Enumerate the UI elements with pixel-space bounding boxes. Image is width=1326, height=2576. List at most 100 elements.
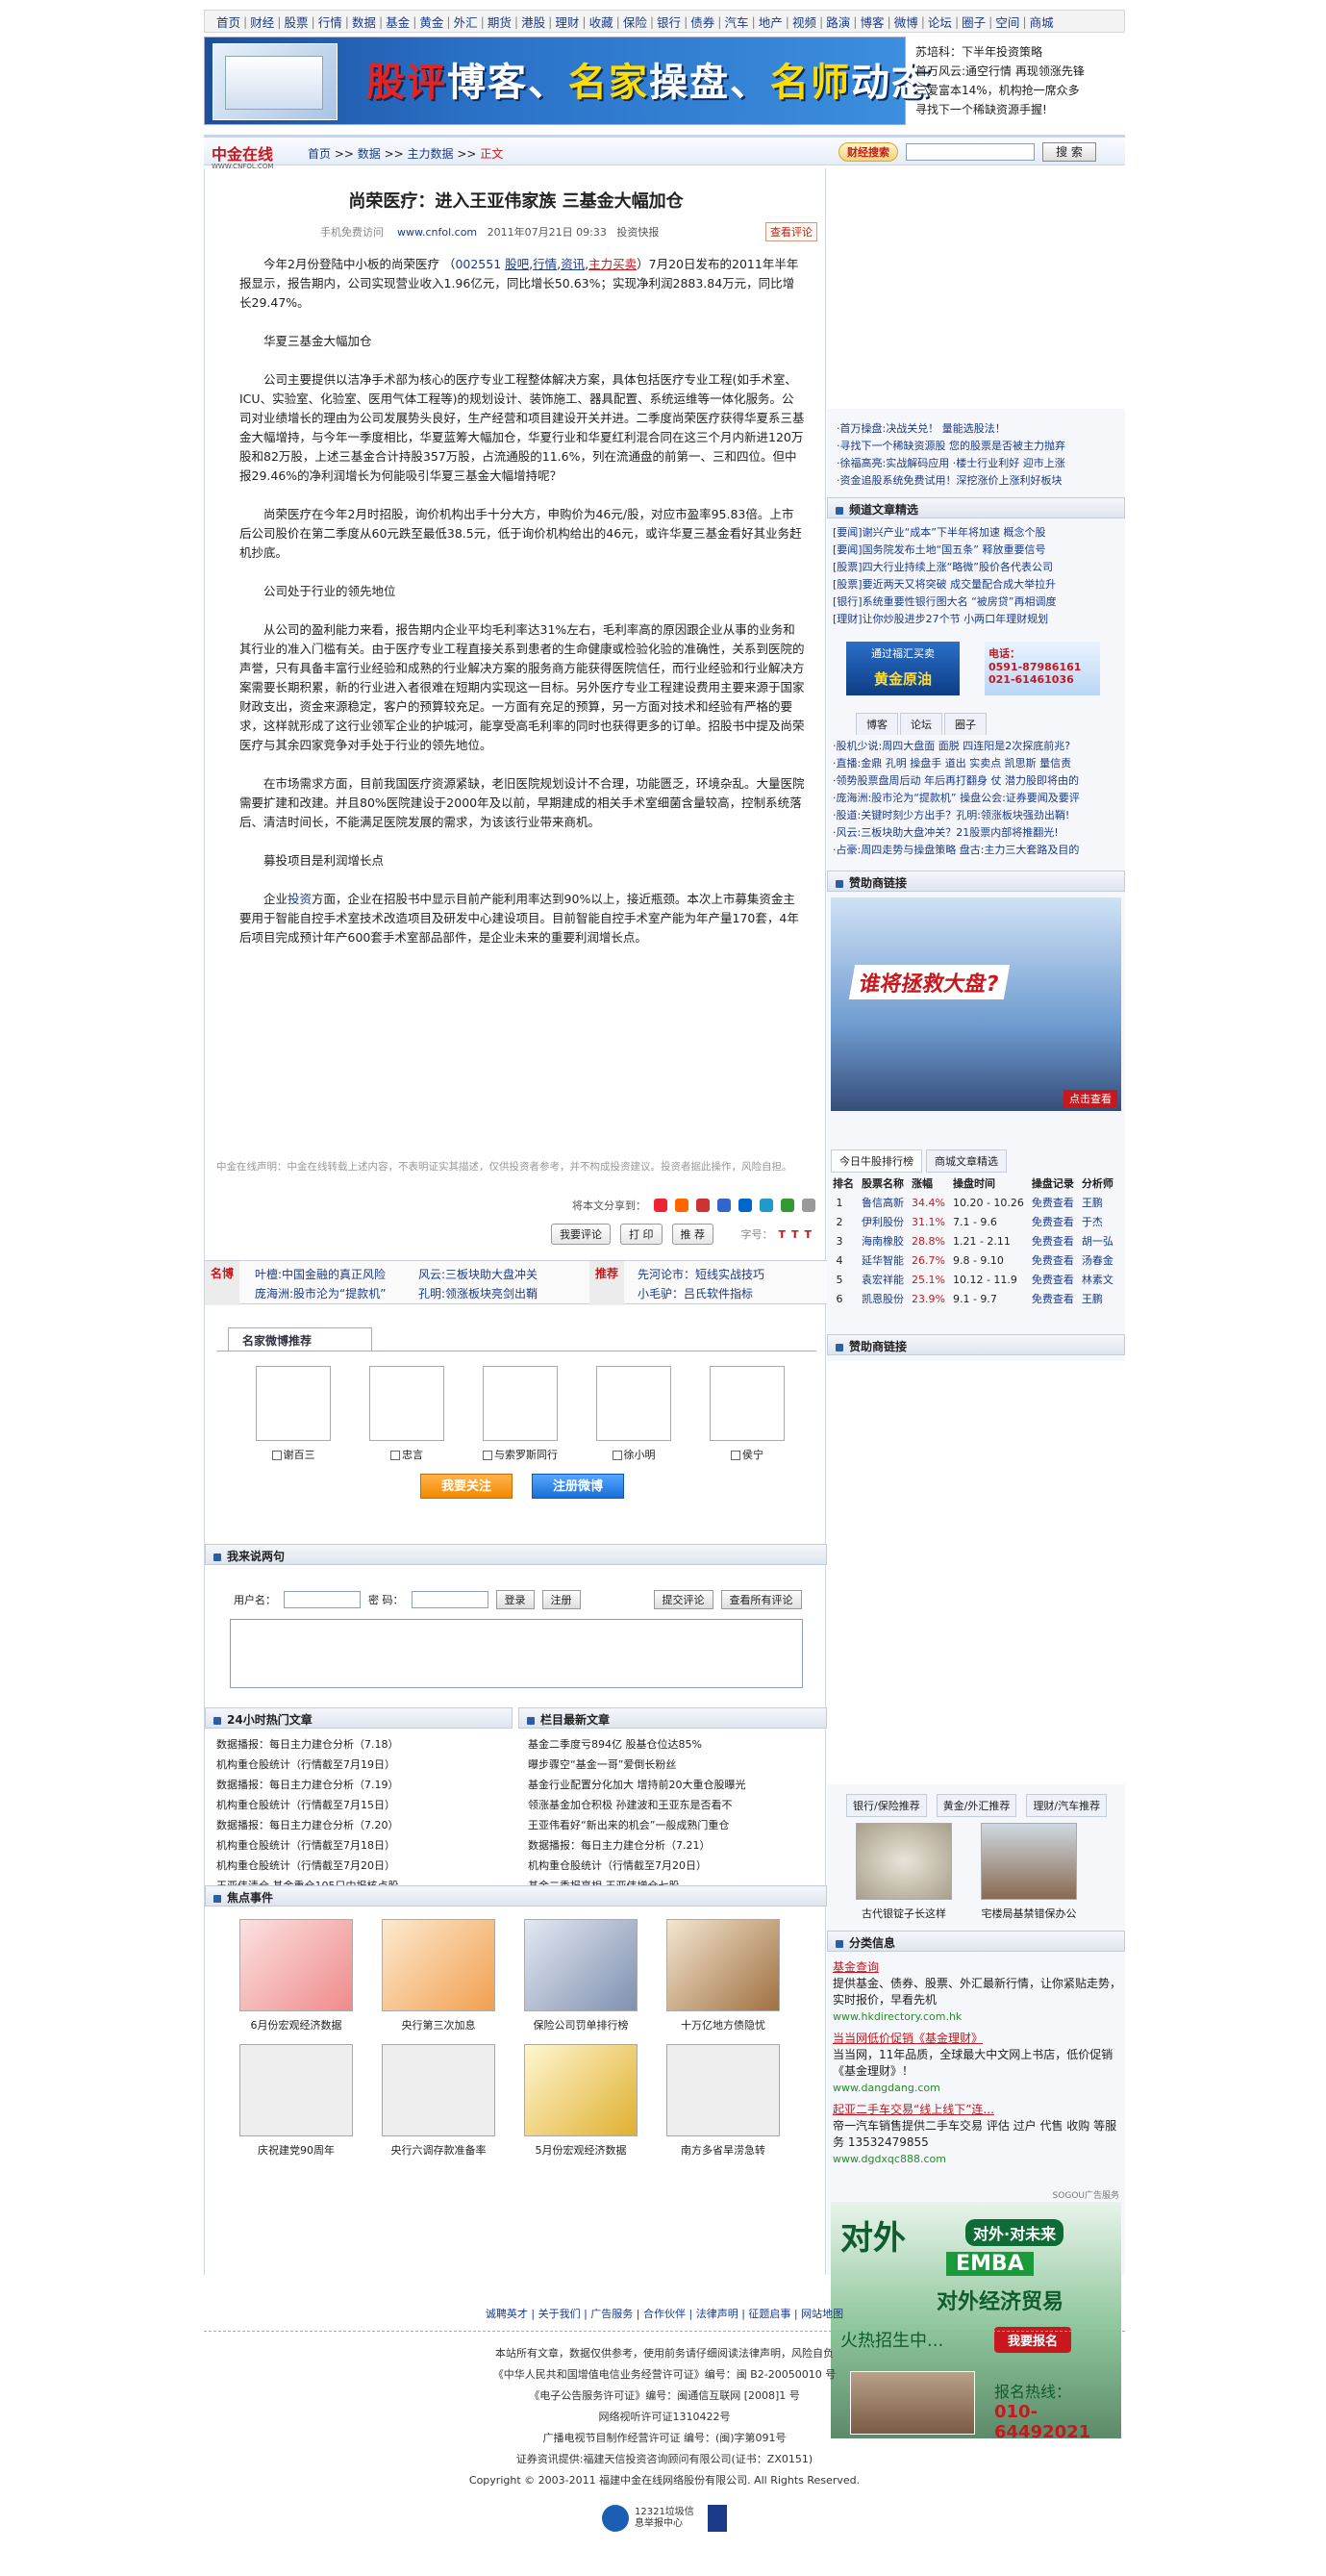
focus-image[interactable] <box>239 1919 353 2011</box>
famous-card[interactable]: 谢百三 <box>255 1366 332 1462</box>
famous-card[interactable]: 侯宁 <box>709 1366 786 1462</box>
nav-item[interactable]: 行情 <box>318 13 342 31</box>
footer-link[interactable]: 关于我们 <box>538 2308 581 2320</box>
focus-image[interactable] <box>666 1919 780 2011</box>
nav-item[interactable]: 博客 <box>860 13 884 31</box>
blog-link[interactable]: ·风云:三板块助大盘冲关？21股票内部将推翻光! <box>833 824 1121 842</box>
side-pick-link[interactable]: [要闻]谢兴产业“成本”下半年将加速 概念个股 <box>833 524 1121 542</box>
stock-link-quote[interactable]: 行情 <box>533 257 557 271</box>
nav-item[interactable]: 黄金 <box>419 13 443 31</box>
list-item[interactable]: 数据播报：每日主力建仓分析（7.21） <box>528 1835 816 1856</box>
more-share-icon[interactable] <box>802 1199 815 1212</box>
crumb-data[interactable]: 数据 <box>358 147 381 161</box>
side-pick-link[interactable]: [股票]四大行业持续上涨“略微”股价各代表公司 <box>833 559 1121 576</box>
banner-link[interactable]: 寻找下一个稀缺资源手握! <box>915 100 1125 119</box>
nav-item[interactable]: 数据 <box>352 13 376 31</box>
nav-item[interactable]: 圈子 <box>962 13 986 31</box>
nav-item[interactable]: 银行 <box>657 13 681 31</box>
focus-caption[interactable]: 央行第三次加息 <box>371 2017 506 2033</box>
list-item[interactable]: 数据播报：每日主力建仓分析（7.20） <box>216 1815 505 1835</box>
focus-caption[interactable]: 十万亿地方债隐忧 <box>656 2017 790 2033</box>
focus-image[interactable] <box>382 1919 495 2011</box>
list-item[interactable]: 领涨基金加仓积极 孙建波和王亚东是否看不 <box>528 1795 816 1815</box>
classified-ad[interactable]: 基金查询 提供基金、债券、股票、外汇最新行情，让你紧贴走势，实时报价，早看先机 ww… <box>833 1959 1121 2025</box>
tab-circle[interactable]: 圈子 <box>944 713 987 735</box>
nav-item[interactable]: 期货 <box>488 13 512 31</box>
phone-ad[interactable]: 电话： 0591-87986161 021-61461036 <box>985 642 1100 695</box>
side-image[interactable] <box>981 1823 1077 1900</box>
stock-link-trades[interactable]: 主力买卖 <box>588 257 637 271</box>
blog-link[interactable]: ·占豪:周四走势与操盘策略 盘古:主力三大套路及目的 <box>833 842 1121 859</box>
classified-ad[interactable]: 起亚二手车交易“线上线下”连... 帝一汽车销售提供二手车交易 评估 过户 代售 … <box>833 2102 1121 2167</box>
nav-item[interactable]: 债券 <box>690 13 714 31</box>
footer-link[interactable]: 法律声明 <box>696 2308 738 2320</box>
tab-hot-stocks[interactable]: 今日牛股排行榜 <box>831 1149 922 1173</box>
nav-item[interactable]: 外汇 <box>454 13 478 31</box>
rec-link[interactable]: 小毛驴：吕氏软件指标 <box>638 1284 764 1303</box>
nav-item[interactable]: 视频 <box>792 13 816 31</box>
table-row[interactable]: 6 凯恩股份 23.9% 9.1 - 9.7 免费查看 王鹏 <box>829 1289 1117 1308</box>
register-button[interactable]: 注册 <box>541 1590 581 1609</box>
famous-card[interactable]: 与索罗斯同行 <box>482 1366 559 1462</box>
stock-link-news[interactable]: 资讯 <box>561 257 585 271</box>
list-item[interactable]: 机构重仓股统计（行情截至7月20日） <box>216 1856 505 1876</box>
search-button[interactable]: 搜 索 <box>1042 142 1096 162</box>
tab-bank[interactable]: 银行/保险推荐 <box>846 1794 927 1817</box>
banner-link[interactable]: 苏培科：下半年投资策略 <box>915 42 1125 62</box>
tab-blog[interactable]: 博客 <box>856 713 898 735</box>
list-item[interactable]: 王亚伟看好“新出来的机会”一般成熟门重仓 <box>528 1815 816 1835</box>
side-image-caption[interactable]: 宅楼局基禁错保办公 <box>962 1906 1096 1921</box>
banner-ad[interactable]: 股评博客、名家操盘、名师动态 <box>204 37 930 125</box>
blog-link[interactable]: ·庞海洲:股市沦为“提款机” 操盘公会:证券要闻及要评 <box>833 790 1121 807</box>
submit-comment-button[interactable]: 提交评论 <box>653 1590 713 1609</box>
side-image[interactable] <box>856 1823 952 1900</box>
meta-mobile[interactable]: 手机免费访问 <box>320 226 384 239</box>
nav-item[interactable]: 财经 <box>250 13 274 31</box>
famous-tab[interactable]: 名家微博推荐 <box>228 1327 372 1351</box>
side-pick-link[interactable]: [要闻]国务院发布土地“国五条” 释放重要信号 <box>833 542 1121 559</box>
footer-link[interactable]: 合作伙伴 <box>643 2308 686 2320</box>
focus-caption[interactable]: 庆祝建党90周年 <box>229 2142 363 2158</box>
gold-ad[interactable]: 通过福汇买卖 黄金原油 <box>846 642 960 695</box>
douban-share-icon[interactable] <box>738 1199 752 1212</box>
site-logo[interactable]: 中金在线 WWW.CNFOL.COM <box>212 141 273 170</box>
nav-item[interactable]: 股票 <box>284 13 308 31</box>
famous-card[interactable]: 徐小明 <box>595 1366 672 1462</box>
nav-item[interactable]: 保险 <box>623 13 647 31</box>
table-row[interactable]: 4 延华智能 26.7% 9.8 - 9.10 免费查看 汤春金 <box>829 1250 1117 1270</box>
nav-item[interactable]: 汽车 <box>725 13 749 31</box>
print-button[interactable]: 打 印 <box>620 1224 663 1245</box>
follow-checkbox[interactable] <box>612 1451 622 1460</box>
follow-checkbox[interactable] <box>390 1451 400 1460</box>
table-row[interactable]: 3 海南橡胶 28.8% 1.21 - 2.11 免费查看 胡一弘 <box>829 1231 1117 1250</box>
login-button[interactable]: 登录 <box>495 1590 535 1609</box>
view-all-comments-button[interactable]: 查看所有评论 <box>720 1590 802 1609</box>
tab-mall-articles[interactable]: 商城文章精选 <box>926 1149 1007 1173</box>
list-item[interactable]: 机构重仓股统计（行情截至7月15日） <box>216 1795 505 1815</box>
search-input[interactable] <box>906 143 1035 161</box>
focus-caption[interactable]: 央行六调存款准备率 <box>371 2142 506 2158</box>
list-item[interactable]: 机构重仓股统计（行情截至7月18日） <box>216 1835 505 1856</box>
footer-link[interactable]: 征题启事 <box>748 2308 790 2320</box>
focus-caption[interactable]: 保险公司罚单排行榜 <box>513 2017 648 2033</box>
sponsor-ad[interactable]: 谁将拯救大盘? 点击查看 <box>831 897 1121 1111</box>
nav-item[interactable]: 路演 <box>826 13 850 31</box>
qzone-share-icon[interactable] <box>675 1199 688 1212</box>
crumb-home[interactable]: 首页 <box>308 147 331 161</box>
crumb-main-data[interactable]: 主力数据 <box>408 147 454 161</box>
rec-link[interactable]: 孔明:领涨板块亮剑出鞘 <box>418 1284 538 1303</box>
follow-checkbox[interactable] <box>271 1451 282 1460</box>
blog-link[interactable]: ·领势股票盘周后动 年后再打翻身 仗 潜力股即将由的 <box>833 772 1121 790</box>
rec-link[interactable]: 先河论市：短线实战技巧 <box>638 1265 764 1284</box>
blog-link[interactable]: ·股道:关键时刻少方出手？孔明:领涨板块强劲出鞘! <box>833 807 1121 824</box>
table-row[interactable]: 2 伊利股份 31.1% 7.1 - 9.6 免费查看 于杰 <box>829 1212 1117 1231</box>
side-pick-link[interactable]: [理财]让你炒股进步27个节 小两口年理财规划 <box>833 611 1121 628</box>
font-large[interactable]: T <box>778 1228 786 1241</box>
blog-link[interactable]: ·直播:金鼎 孔明 操盘手 道出 实卖点 凯思斯 量信责 <box>833 755 1121 772</box>
recommend-button[interactable]: 推 荐 <box>671 1224 713 1245</box>
side-ad-link[interactable]: ·资金追股系统免费试用！深挖涨价上涨利好板块 <box>837 472 1120 490</box>
nav-item[interactable]: 空间 <box>995 13 1019 31</box>
invest-link[interactable]: 投资 <box>288 892 312 906</box>
nav-item[interactable]: 首页 <box>216 13 240 31</box>
font-small[interactable]: T <box>804 1228 812 1241</box>
